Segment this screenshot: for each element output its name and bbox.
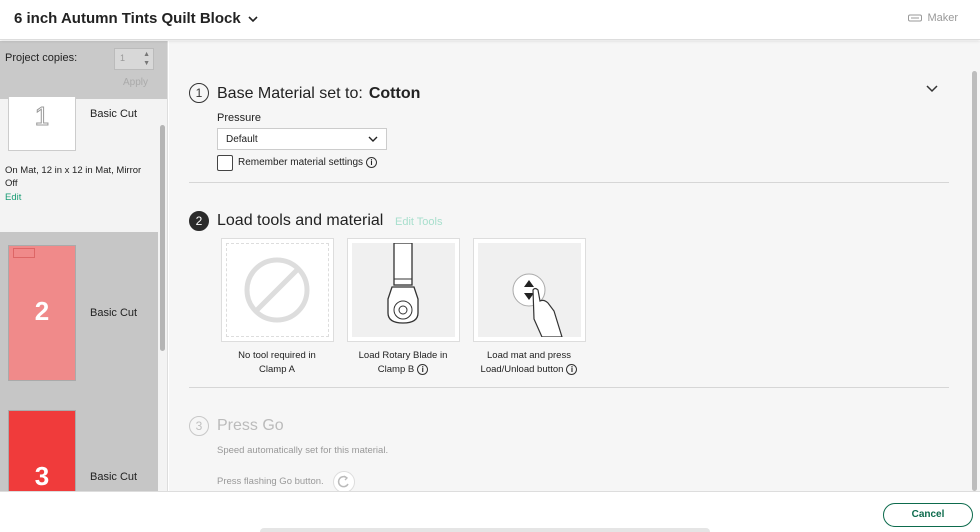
material-name[interactable]: Cotton	[369, 85, 421, 102]
mat-thumbnail[interactable]: 1	[8, 97, 76, 151]
footer-shadow	[260, 528, 710, 532]
caption-line: Load mat and press	[487, 350, 571, 361]
copies-value: 1	[120, 53, 126, 63]
remember-settings-text: Remember material settings	[238, 157, 364, 169]
load-mat-illustration	[478, 243, 581, 337]
mat-info: On Mat, 12 in x 12 in Mat, Mirror Off	[5, 165, 142, 189]
divider	[189, 387, 949, 388]
info-icon[interactable]: i	[566, 363, 578, 375]
info-icon[interactable]: i	[366, 157, 378, 168]
step-1-indicator: 1	[189, 83, 209, 103]
step-2-title: Load tools and material	[217, 212, 384, 229]
footer-bar: Cancel	[0, 491, 980, 532]
caption-line: Clamp A	[259, 364, 295, 375]
mat-number: 3	[34, 461, 50, 491]
remember-settings-label: Remember material settings i	[238, 157, 378, 169]
caption-line: Load Rotary Blade in	[358, 350, 448, 361]
chevron-down-icon[interactable]	[925, 84, 939, 94]
pressure-select[interactable]: Default	[217, 128, 387, 150]
no-tool-illustration	[226, 243, 329, 337]
top-bar: 6 inch Autumn Tints Quilt Block Maker	[0, 0, 980, 40]
step-3-title: Press Go	[217, 417, 284, 434]
edit-tools-link[interactable]: Edit Tools	[395, 216, 443, 228]
mat-label: Basic Cut	[90, 108, 138, 120]
stepper-arrows-icon[interactable]: ▲ ▼	[143, 50, 150, 68]
sidebar-scrollbar[interactable]	[160, 125, 165, 351]
mat-item-3[interactable]: 3 Basic Cut	[0, 407, 158, 491]
rotary-blade-illustration	[352, 243, 455, 337]
info-icon[interactable]: i	[417, 363, 429, 375]
go-button-icon	[333, 471, 355, 491]
rotary-blade-icon	[387, 243, 419, 324]
step-1-title-text: Base Material set to:	[217, 85, 363, 102]
load-mat-caption: Load mat and press Load/Unload button i	[466, 349, 592, 377]
apply-button[interactable]: Apply	[123, 77, 148, 88]
tool-card-clamp-b	[347, 238, 460, 342]
chevron-down-icon	[368, 136, 378, 142]
no-tool-icon	[244, 257, 310, 323]
main-scrollbar[interactable]	[972, 71, 977, 491]
project-title: 6 inch Autumn Tints Quilt Block	[14, 10, 241, 27]
divider	[189, 182, 949, 183]
main-panel: 1 Base Material set to: Cotton Pressure D…	[169, 41, 980, 491]
project-title-dropdown[interactable]: 6 inch Autumn Tints Quilt Block	[14, 10, 259, 27]
caption-line: Load/Unload button	[480, 364, 564, 375]
cancel-button[interactable]: Cancel	[883, 503, 973, 527]
step-3-indicator: 3	[189, 416, 209, 436]
caption-line: Clamp B	[377, 364, 415, 375]
step-1-title: Base Material set to: Cotton	[217, 85, 420, 103]
copies-label: Project copies:	[5, 52, 78, 64]
step-2-indicator: 2	[189, 211, 209, 231]
mat-item-2[interactable]: 2 Basic Cut	[0, 232, 158, 392]
mat-label: Basic Cut	[90, 307, 138, 319]
clamp-b-caption: Load Rotary Blade in Clamp Bi	[340, 349, 466, 377]
copies-stepper[interactable]: 1 ▲ ▼	[114, 48, 154, 70]
remember-settings-checkbox[interactable]	[217, 155, 233, 171]
machine-icon	[908, 14, 923, 21]
tool-card-clamp-a	[221, 238, 334, 342]
caption-line: No tool required in	[238, 350, 316, 361]
mat-label: Basic Cut	[90, 471, 138, 483]
mat-number: 1	[34, 101, 50, 132]
mat-sidebar: Project copies: 1 ▲ ▼ Apply 1 Basic Cut O…	[0, 41, 168, 491]
mat-list-selected-area: 2 Basic Cut 3 Basic Cut	[0, 232, 158, 491]
chevron-down-icon	[248, 15, 258, 22]
pressure-value: Default	[226, 134, 258, 145]
speed-note: Speed automatically set for this materia…	[217, 445, 389, 456]
mat-number: 2	[34, 296, 50, 326]
machine-label: Maker	[927, 12, 958, 24]
project-copies-panel: Project copies: 1 ▲ ▼ Apply	[0, 41, 167, 99]
mat-grid-corner	[13, 248, 35, 258]
press-button-icon	[512, 273, 563, 337]
clamp-a-caption: No tool required in Clamp A	[214, 349, 340, 377]
machine-selector[interactable]: Maker	[908, 12, 958, 24]
pressure-label: Pressure	[217, 112, 262, 124]
edit-mat-link[interactable]: Edit	[5, 192, 21, 203]
press-go-instruction: Press flashing Go button.	[217, 476, 324, 487]
mat-thumbnail[interactable]: 2	[8, 245, 76, 381]
load-mat-card	[473, 238, 586, 342]
mat-thumbnail[interactable]: 3	[8, 410, 76, 491]
